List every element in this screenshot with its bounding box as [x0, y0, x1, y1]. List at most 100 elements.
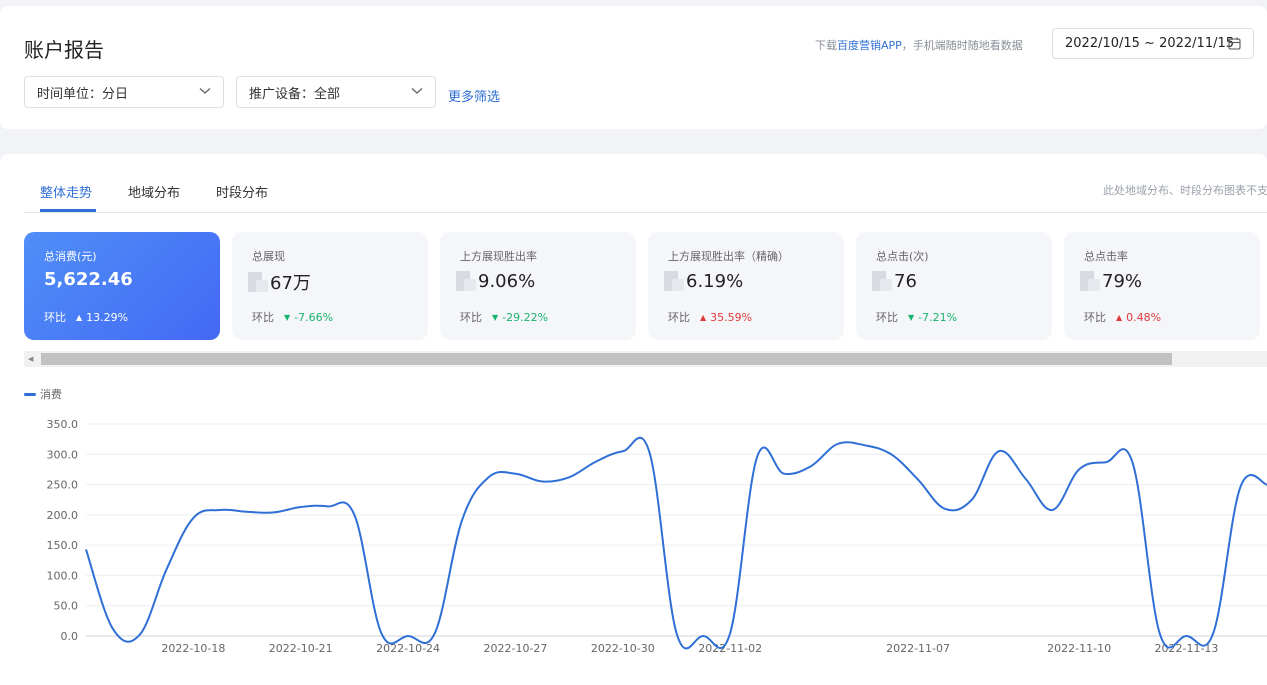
- compare-label: 环比: [1084, 311, 1106, 324]
- date-range-text: 2022/10/15 ~ 2022/11/15: [1065, 36, 1235, 51]
- more-filters-link[interactable]: 更多筛选: [448, 86, 500, 105]
- metric-label: 总消费(元): [44, 250, 97, 263]
- device-select[interactable]: 推广设备：全部: [236, 76, 436, 108]
- x-tick-label: 2022-10-27: [483, 642, 547, 655]
- y-tick-label: 350.0: [47, 418, 79, 431]
- compare-value: -7.21%: [918, 310, 958, 324]
- horizontal-scrollbar[interactable]: ◀: [24, 351, 1267, 367]
- page-title: 账户报告: [24, 38, 104, 62]
- metric-value: 5,622.46: [44, 269, 133, 290]
- tab-active-indicator: [40, 209, 96, 212]
- metric-value-row: 79%: [1080, 269, 1142, 293]
- metric-label: 上方展现胜出率: [460, 250, 537, 263]
- metric-value-row: 6.19%: [664, 269, 743, 293]
- y-tick-label: 250.0: [47, 479, 79, 492]
- metric-compare: 环比 ▲ 13.29%: [44, 309, 128, 325]
- chart-legend[interactable]: 消费: [24, 386, 62, 402]
- legend-label: 消费: [40, 388, 62, 401]
- arrow-up-icon: ▲: [76, 312, 83, 322]
- metric-compare: 环比 ▲ 35.59%: [668, 309, 752, 325]
- tab-overall-trend[interactable]: 整体走势: [40, 182, 92, 201]
- app-promo: 下载百度营销APP，手机端随时随地看数据: [815, 37, 1023, 53]
- y-tick-label: 300.0: [47, 448, 79, 461]
- metric-value-row: 5,622.46: [40, 269, 133, 290]
- compare-label: 环比: [668, 311, 690, 324]
- scroll-left-arrow-icon[interactable]: ◀: [28, 355, 33, 363]
- y-tick-label: 200.0: [47, 509, 79, 522]
- arrow-down-icon: ▼: [908, 312, 915, 322]
- arrow-down-icon: ▼: [284, 312, 291, 322]
- promo-suffix: ，手机端随时随地看数据: [901, 39, 1023, 52]
- x-tick-label: 2022-11-02: [698, 642, 762, 655]
- metric-value: 67万: [270, 273, 311, 294]
- time-unit-select[interactable]: 时间单位：分日: [24, 76, 224, 108]
- calendar-icon: [1228, 37, 1241, 50]
- x-tick-label: 2022-10-18: [161, 642, 225, 655]
- metric-value: 9.06%: [478, 270, 536, 292]
- promo-prefix: 下载: [815, 39, 837, 52]
- metric-label: 总点击(次): [876, 250, 929, 263]
- metric-card-ctr[interactable]: 总点击率 79% 环比 ▲ 0.48%: [1064, 232, 1260, 340]
- y-axis-ticks: 0.0 50.0 100.0 150.0 200.0 250.0 300.0 350.0: [47, 418, 79, 643]
- x-tick-label: 2022-10-24: [376, 642, 440, 655]
- metric-value: 76: [894, 270, 917, 292]
- metric-label: 总点击率: [1084, 250, 1128, 263]
- scrollbar-thumb[interactable]: [41, 353, 1172, 365]
- metric-value-row: 67万: [248, 269, 311, 295]
- metric-card-total-cost[interactable]: 总消费(元) 5,622.46 环比 ▲ 13.29%: [24, 232, 220, 340]
- legend-swatch: [24, 392, 36, 396]
- date-range-picker[interactable]: 2022/10/15 ~ 2022/11/15: [1052, 28, 1254, 59]
- chevron-down-icon: [199, 88, 211, 94]
- compare-label: 环比: [460, 311, 482, 324]
- compare-label: 环比: [876, 311, 898, 324]
- chevron-down-icon: [411, 88, 423, 94]
- tab-bar: 整体走势 地域分布 时段分布 此处地域分布、时段分布图表不支持: [24, 154, 1267, 213]
- device-value: 推广设备：全部: [249, 86, 341, 102]
- x-axis-ticks: 2022-10-18 2022-10-21 2022-10-24 2022-10-27…: [161, 642, 1218, 655]
- compare-label: 环比: [44, 311, 66, 324]
- metric-value: 6.19%: [686, 270, 744, 292]
- metric-compare: 环比 ▼ -29.22%: [460, 309, 548, 325]
- tab-time-period[interactable]: 时段分布: [216, 182, 268, 201]
- cost-line-chart: 0.0 50.0 100.0 150.0 200.0 250.0 300.0 350.0 20…: [47, 418, 1267, 655]
- metric-label: 上方展现胜出率（精确）: [668, 250, 789, 263]
- compare-label: 环比: [252, 311, 274, 324]
- metric-label: 总展现: [252, 250, 285, 263]
- compare-value: 13.29%: [86, 310, 129, 324]
- metric-card-top-win-rate-exact[interactable]: 上方展现胜出率（精确） 6.19% 环比 ▲ 35.59%: [648, 232, 844, 340]
- compare-value: -7.66%: [294, 310, 334, 324]
- tab-note: 此处地域分布、时段分布图表不支持: [1103, 184, 1267, 197]
- y-tick-label: 50.0: [54, 600, 79, 613]
- metric-card-top-win-rate[interactable]: 上方展现胜出率 9.06% 环比 ▼ -29.22%: [440, 232, 636, 340]
- loading-placeholder-icon: [248, 272, 268, 292]
- compare-value: 35.59%: [710, 310, 753, 324]
- loading-placeholder-icon: [456, 271, 476, 291]
- metric-compare: 环比 ▲ 0.48%: [1084, 309, 1161, 325]
- x-tick-label: 2022-10-30: [591, 642, 655, 655]
- app-download-link[interactable]: 百度营销APP: [837, 39, 902, 52]
- chart-grid: [86, 423, 1267, 637]
- x-tick-label: 2022-11-10: [1047, 642, 1111, 655]
- compare-value: -29.22%: [502, 310, 549, 324]
- loading-placeholder-icon: [1080, 271, 1100, 291]
- arrow-up-icon: ▲: [700, 312, 707, 322]
- series-line-cost: [85, 436, 1267, 650]
- metric-card-clicks[interactable]: 总点击(次) 76 环比 ▼ -7.21%: [856, 232, 1052, 340]
- y-tick-label: 100.0: [47, 569, 79, 582]
- tab-region[interactable]: 地域分布: [128, 182, 180, 201]
- metric-card-impressions[interactable]: 总展现 67万 环比 ▼ -7.66%: [232, 232, 428, 340]
- compare-value: 0.48%: [1126, 310, 1162, 324]
- loading-placeholder-icon: [664, 271, 684, 291]
- y-tick-label: 150.0: [47, 539, 79, 552]
- y-tick-label: 0.0: [61, 630, 79, 643]
- x-tick-label: 2022-10-21: [269, 642, 333, 655]
- filter-card: 账户报告 下载百度营销APP，手机端随时随地看数据 2022/10/15 ~ 2…: [0, 6, 1267, 129]
- x-tick-label: 2022-11-07: [886, 642, 950, 655]
- time-unit-value: 时间单位：分日: [37, 86, 129, 102]
- arrow-up-icon: ▲: [1116, 312, 1123, 322]
- metric-value: 79%: [1102, 270, 1143, 292]
- metric-compare: 环比 ▼ -7.21%: [876, 309, 957, 325]
- arrow-down-icon: ▼: [492, 312, 499, 322]
- metric-value-row: 76: [872, 269, 917, 293]
- report-card: 整体走势 地域分布 时段分布 此处地域分布、时段分布图表不支持 总消费(元) 5…: [0, 154, 1267, 685]
